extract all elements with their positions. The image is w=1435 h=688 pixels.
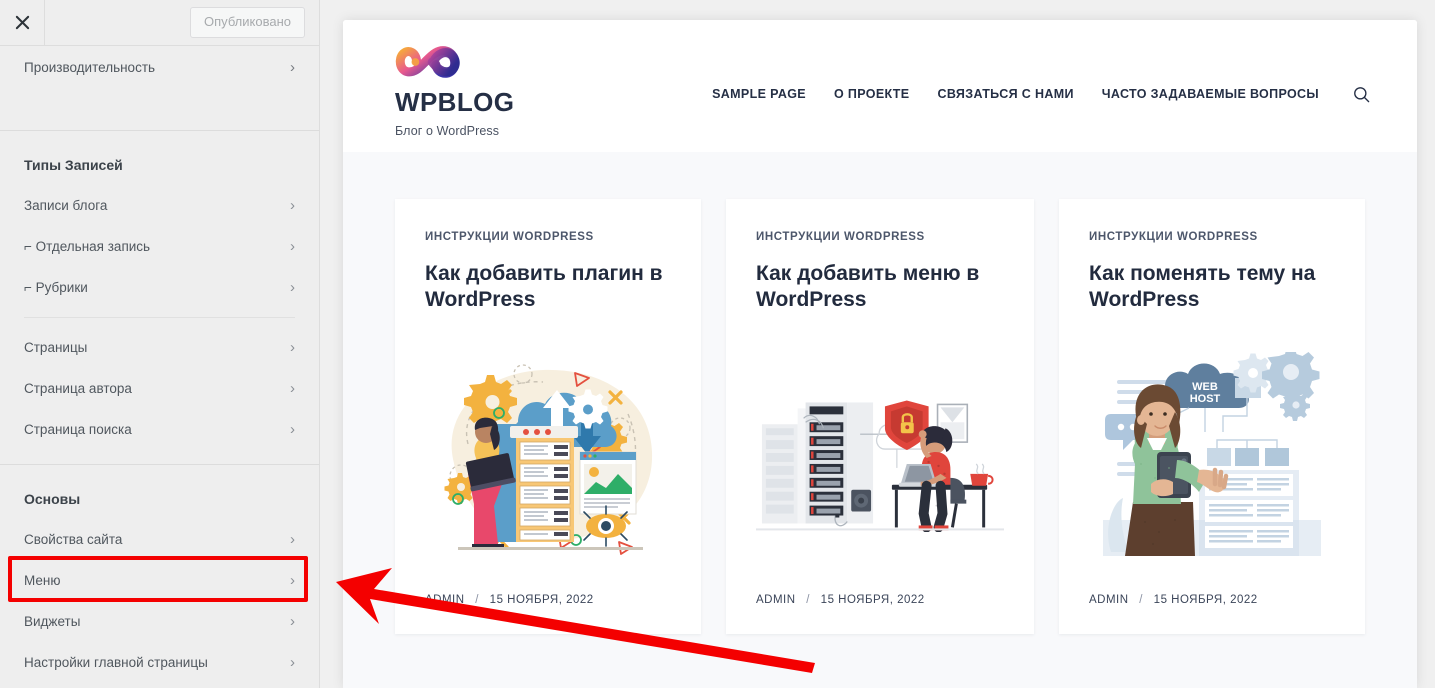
sidebar-item-label: Записи блога bbox=[24, 198, 108, 213]
sidebar-item-single-post[interactable]: ⌐ Отдельная запись › bbox=[0, 226, 319, 267]
chevron-right-icon: › bbox=[290, 279, 295, 296]
post-title[interactable]: Как поменять тему на WordPress bbox=[1089, 261, 1335, 314]
post-date[interactable]: 15 НОЯБРЯ, 2022 bbox=[490, 594, 594, 606]
chevron-right-icon: › bbox=[290, 654, 295, 671]
sidebar-item-label: Производительность bbox=[24, 59, 156, 75]
sidebar-item-label: Страница автора bbox=[24, 381, 132, 396]
sidebar-item-widgets[interactable]: Виджеты › bbox=[0, 601, 319, 642]
webhost-badge-line1: WEB bbox=[1192, 381, 1218, 393]
post-category[interactable]: ИНСТРУКЦИИ WORDPRESS bbox=[756, 231, 1004, 243]
search-icon[interactable] bbox=[1349, 82, 1373, 106]
sidebar-spacer-row bbox=[0, 88, 319, 130]
close-icon[interactable] bbox=[0, 0, 45, 45]
post-card[interactable]: ИНСТРУКЦИИ WORDPRESS Как добавить меню в… bbox=[726, 199, 1034, 634]
sidebar-item-blog-posts[interactable]: Записи блога › bbox=[0, 185, 319, 226]
site-header: WPBLOG Блог о WordPress SAMPLE PAGE О ПР… bbox=[343, 20, 1417, 152]
site-preview-frame: WPBLOG Блог о WordPress SAMPLE PAGE О ПР… bbox=[343, 20, 1417, 688]
sidebar-item-label: Меню bbox=[24, 573, 61, 588]
site-title: WPBLOG bbox=[395, 87, 515, 117]
post-card[interactable]: ИНСТРУКЦИИ WORDPRESS Как поменять тему н… bbox=[1059, 199, 1365, 634]
infinity-logo-icon bbox=[395, 46, 460, 78]
site-content-area: ИНСТРУКЦИИ WORDPRESS Как добавить плагин… bbox=[343, 152, 1417, 688]
sidebar-item-label: Свойства сайта bbox=[24, 532, 123, 547]
sidebar-item-label: ⌐ Отдельная запись bbox=[24, 239, 151, 254]
chevron-right-icon: › bbox=[290, 58, 295, 76]
sidebar-group-title-post-types: Типы Записей bbox=[0, 131, 319, 185]
chevron-right-icon: › bbox=[290, 380, 295, 397]
meta-separator: / bbox=[1139, 594, 1143, 606]
webhost-badge-line2: HOST bbox=[1190, 393, 1221, 405]
post-date[interactable]: 15 НОЯБРЯ, 2022 bbox=[821, 594, 925, 606]
post-category[interactable]: ИНСТРУКЦИИ WORDPRESS bbox=[425, 231, 671, 243]
nav-item-contact[interactable]: СВЯЗАТЬСЯ С НАМИ bbox=[937, 87, 1073, 101]
sidebar-spacer bbox=[0, 450, 319, 464]
customizer-header: Опубликовано bbox=[0, 0, 319, 46]
nav-item-sample-page[interactable]: SAMPLE PAGE bbox=[712, 87, 806, 101]
sidebar-item-label: ⌐ Рубрики bbox=[24, 280, 88, 295]
chevron-right-icon: › bbox=[290, 572, 295, 589]
primary-navigation: SAMPLE PAGE О ПРОЕКТЕ СВЯЗАТЬСЯ С НАМИ Ч… bbox=[712, 87, 1319, 101]
meta-separator: / bbox=[806, 594, 810, 606]
web-host-woman-tablet-illustration: WEB HOST bbox=[1103, 351, 1321, 556]
post-title[interactable]: Как добавить меню в WordPress bbox=[756, 261, 1004, 314]
screen-root: Опубликовано Производительность › Типы З… bbox=[0, 0, 1435, 688]
chevron-right-icon: › bbox=[290, 339, 295, 356]
sidebar-item-label: Виджеты bbox=[24, 614, 81, 629]
sidebar-item-site-properties[interactable]: Свойства сайта › bbox=[0, 519, 319, 560]
post-meta: ADMIN / 15 НОЯБРЯ, 2022 bbox=[756, 594, 1004, 634]
sidebar-item-pages[interactable]: Страницы › bbox=[0, 327, 319, 368]
chevron-right-icon: › bbox=[290, 197, 295, 214]
post-card[interactable]: ИНСТРУКЦИИ WORDPRESS Как добавить плагин… bbox=[395, 199, 701, 634]
server-rack-security-desk-illustration bbox=[756, 400, 1004, 532]
sidebar-item-author-page[interactable]: Страница автора › bbox=[0, 368, 319, 409]
post-thumbnail[interactable] bbox=[425, 320, 671, 595]
post-card-grid: ИНСТРУКЦИИ WORDPRESS Как добавить плагин… bbox=[395, 199, 1365, 634]
sidebar-group-title-basics: Основы bbox=[0, 465, 319, 519]
post-meta: ADMIN / 15 НОЯБРЯ, 2022 bbox=[425, 594, 671, 634]
sidebar-item-label: Страницы bbox=[24, 340, 88, 355]
sidebar-hairline-divider bbox=[24, 317, 295, 318]
sidebar-item-homepage-settings[interactable]: Настройки главной страницы › bbox=[0, 642, 319, 683]
post-thumbnail[interactable] bbox=[756, 320, 1004, 595]
sidebar-item-menus[interactable]: Меню › bbox=[0, 560, 319, 601]
customizer-sidebar: Опубликовано Производительность › Типы З… bbox=[0, 0, 320, 688]
publish-button[interactable]: Опубликовано bbox=[190, 6, 305, 39]
meta-separator: / bbox=[475, 594, 479, 606]
post-meta: ADMIN / 15 НОЯБРЯ, 2022 bbox=[1089, 594, 1335, 634]
post-author[interactable]: ADMIN bbox=[425, 594, 465, 606]
post-author[interactable]: ADMIN bbox=[756, 594, 796, 606]
sidebar-item-search-page[interactable]: Страница поиска › bbox=[0, 409, 319, 450]
chevron-right-icon: › bbox=[290, 531, 295, 548]
header-right: SAMPLE PAGE О ПРОЕКТЕ СВЯЗАТЬСЯ С НАМИ Ч… bbox=[514, 32, 1373, 106]
site-tagline: Блог о WordPress bbox=[395, 123, 500, 138]
post-author[interactable]: ADMIN bbox=[1089, 594, 1129, 606]
chevron-right-icon: › bbox=[290, 421, 295, 438]
nav-item-about[interactable]: О ПРОЕКТЕ bbox=[834, 87, 909, 101]
sidebar-item-performance[interactable]: Производительность › bbox=[0, 46, 319, 88]
site-branding[interactable]: WPBLOG Блог о WordPress bbox=[395, 32, 514, 138]
sidebar-item-label: Настройки главной страницы bbox=[24, 655, 208, 670]
chevron-right-icon: › bbox=[290, 613, 295, 630]
sidebar-item-categories[interactable]: ⌐ Рубрики › bbox=[0, 267, 319, 308]
post-title[interactable]: Как добавить плагин в WordPress bbox=[425, 261, 671, 314]
post-thumbnail[interactable]: WEB HOST bbox=[1089, 320, 1335, 595]
post-category[interactable]: ИНСТРУКЦИИ WORDPRESS bbox=[1089, 231, 1335, 243]
chevron-right-icon: › bbox=[290, 238, 295, 255]
nav-item-faq[interactable]: ЧАСТО ЗАДАВАЕМЫЕ ВОПРОСЫ bbox=[1102, 87, 1319, 101]
sidebar-item-label: Страница поиска bbox=[24, 422, 132, 437]
post-date[interactable]: 15 НОЯБРЯ, 2022 bbox=[1154, 594, 1258, 606]
cloud-server-woman-laptop-illustration bbox=[444, 364, 653, 556]
